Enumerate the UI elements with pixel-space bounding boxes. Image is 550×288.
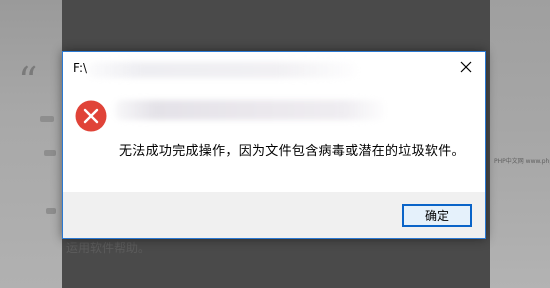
error-message: 无法成功完成操作，因为文件包含病毒或潜在的垃圾软件。: [119, 144, 465, 159]
background-text-fragment: [44, 150, 56, 156]
close-icon: [460, 61, 472, 73]
background-quote-mark: “: [18, 59, 38, 103]
background-document-left: [0, 0, 62, 288]
background-watermark-text: PHP中文网 www.php.cn: [494, 158, 550, 165]
error-dialog: F:\ 无法成功完成操作，因为文件包含病毒或潜在的垃圾软件。 确定: [62, 51, 486, 239]
background-text-fragment: [46, 208, 56, 214]
background-bottom-text: 运用软件帮助。: [66, 241, 151, 255]
dialog-title: F:\: [73, 61, 88, 75]
redacted-file-name: [115, 100, 385, 120]
redacted-title-path: [87, 62, 357, 78]
ok-button[interactable]: 确定: [402, 204, 472, 227]
close-button[interactable]: [456, 57, 476, 77]
error-icon: [75, 100, 107, 132]
background-text-fragment: [40, 116, 54, 122]
background-document-right: [490, 0, 550, 288]
